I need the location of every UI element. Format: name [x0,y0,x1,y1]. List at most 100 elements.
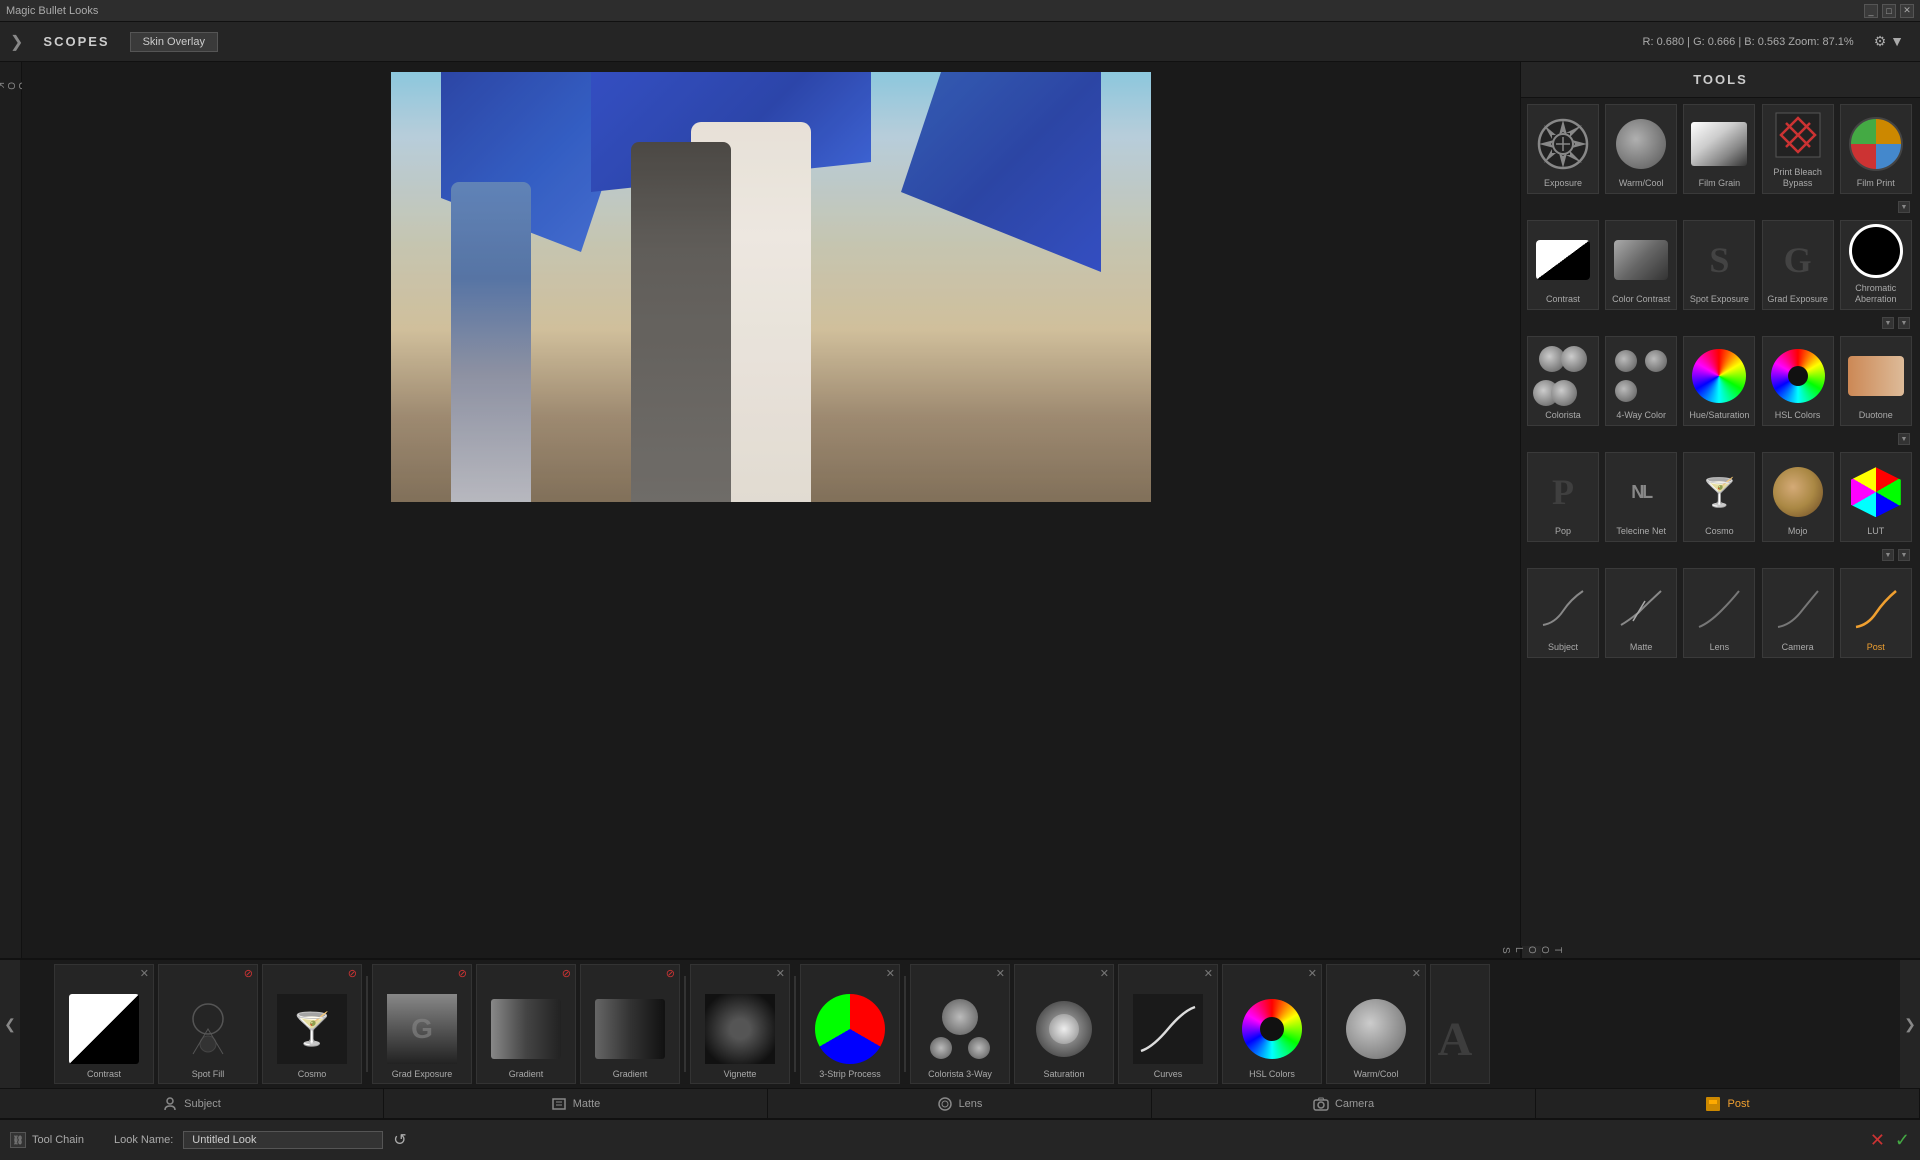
confirm-button[interactable]: ✓ [1895,1130,1910,1151]
strip-item-saturation[interactable]: ✕ Saturation [1014,964,1114,1084]
lens-tab-icon [937,1096,953,1112]
tool-print-bleach[interactable]: Print Bleach Bypass [1762,104,1834,194]
spot-exposure-label: Spot Exposure [1690,294,1749,305]
look-name-input[interactable] [183,1131,383,1149]
tab-lens[interactable]: Lens [768,1089,1152,1118]
tool-subject[interactable]: Subject [1527,568,1599,658]
strip-item-curves[interactable]: ✕ Curves [1118,964,1218,1084]
strip-close-colorista[interactable]: ✕ [996,967,1005,980]
strip-item-gradient1[interactable]: ⊘ Gradient [476,964,576,1084]
row4-dropdown-btn[interactable]: ▼ [1882,549,1894,561]
tool-cosmo[interactable]: 🍸 Cosmo [1683,452,1755,542]
close-btn[interactable]: ✕ [1900,4,1914,18]
tab-camera-label: Camera [1335,1098,1374,1110]
strip-close-hsl[interactable]: ✕ [1308,967,1317,980]
camera-label: Camera [1782,642,1814,653]
tool-camera[interactable]: Camera [1762,568,1834,658]
strip-close-cosmo[interactable]: ⊘ [348,967,357,980]
tool-film-grain[interactable]: Film Grain [1683,104,1755,194]
tool-duotone[interactable]: Duotone [1840,336,1912,426]
strip-close-contrast[interactable]: ✕ [140,967,149,980]
strip-close-gradient2[interactable]: ⊘ [666,967,675,980]
strip-close-grad[interactable]: ⊘ [458,967,467,980]
gear-button[interactable]: ⚙ ▼ [1874,33,1904,50]
row1-dropdown-btn[interactable]: ▼ [1898,201,1910,213]
pop-icon: P [1531,460,1595,524]
tool-mojo[interactable]: Mojo [1762,452,1834,542]
strip-close-saturation[interactable]: ✕ [1100,967,1109,980]
strip-close-vignette[interactable]: ✕ [776,967,785,980]
strip-close-3strip[interactable]: ✕ [886,967,895,980]
strip-label-cosmo: Cosmo [298,1069,327,1079]
tool-chromatic-aberration[interactable]: Chromatic Aberration [1840,220,1912,310]
strip-right-arrow[interactable]: ❯ [1900,960,1920,1088]
strip-item-vignette[interactable]: ✕ Vignette [690,964,790,1084]
looks-label-k: K [0,82,5,94]
footer: ⛓ Tool Chain Look Name: ↺ ✕ ✓ [0,1118,1920,1160]
cancel-button[interactable]: ✕ [1870,1130,1885,1151]
reset-button[interactable]: ↺ [393,1130,406,1150]
film-grain-icon [1687,112,1751,176]
strip-item-gradient2[interactable]: ⊘ Gradient [580,964,680,1084]
tool-colorista[interactable]: Colorista [1527,336,1599,426]
tool-exposure[interactable]: Exposure [1527,104,1599,194]
strip-item-cosmo[interactable]: ⊘ 🍸 Cosmo [262,964,362,1084]
window-controls[interactable]: _ □ ✕ [1864,4,1914,18]
strip-label-spot-fill: Spot Fill [192,1069,225,1079]
tool-post[interactable]: Post [1840,568,1912,658]
tool-contrast[interactable]: Contrast [1527,220,1599,310]
tool-hue-saturation[interactable]: Hue/Saturation [1683,336,1755,426]
mojo-icon [1766,460,1830,524]
strip-item-3strip[interactable]: ✕ 3-Strip Process [800,964,900,1084]
titlebar: Magic Bullet Looks _ □ ✕ [0,0,1920,22]
tool-spot-exposure[interactable]: S Spot Exposure [1683,220,1755,310]
footer-actions: ✕ ✓ [1870,1130,1910,1151]
tab-post[interactable]: Post [1536,1089,1920,1118]
warm-cool-icon [1609,112,1673,176]
tools-right-panel[interactable]: TOOLS [1521,946,1541,958]
strip-close-spot-fill[interactable]: ⊘ [244,967,253,980]
strip-item-spot-fill[interactable]: ⊘ Spot Fill [158,964,258,1084]
tool-matte[interactable]: Matte [1605,568,1677,658]
maximize-btn[interactable]: □ [1882,4,1896,18]
strip-item-grad-exposure[interactable]: ⊘ G Grad Exposure [372,964,472,1084]
strip-close-warm-cool[interactable]: ✕ [1412,967,1421,980]
app-title: Magic Bullet Looks [6,5,98,17]
tool-color-contrast[interactable]: Color Contrast [1605,220,1677,310]
nav-left-arrow[interactable]: ❯ [10,32,23,52]
looks-label-o2: O [5,82,16,94]
tool-warm-cool[interactable]: Warm/Cool [1605,104,1677,194]
strip-item-hsl-colors[interactable]: ✕ HSL Colors [1222,964,1322,1084]
tab-subject[interactable]: Subject [0,1089,384,1118]
skin-overlay-button[interactable]: Skin Overlay [130,32,218,52]
left-panel: L O O K S [0,62,22,958]
tool-pop[interactable]: P Pop [1527,452,1599,542]
row2-dropdown-btn2[interactable]: ▼ [1898,317,1910,329]
row3-dropdown-btn[interactable]: ▼ [1898,433,1910,445]
tool-film-print[interactable]: Film Print [1840,104,1912,194]
strip-label-saturation: Saturation [1043,1069,1084,1079]
tool-telecine-net[interactable]: NL Telecine Net [1605,452,1677,542]
tool-lut[interactable]: LUT [1840,452,1912,542]
row2-dropdown-btn[interactable]: ▼ [1882,317,1894,329]
tool-4way-color[interactable]: 4-Way Color [1605,336,1677,426]
subject-tab-icon [162,1096,178,1112]
tool-grad-exposure[interactable]: G Grad Exposure [1762,220,1834,310]
lut-icon [1844,460,1908,524]
minimize-btn[interactable]: _ [1864,4,1878,18]
strip-item-partial-a[interactable]: A [1430,964,1490,1084]
strip-item-colorista-3way[interactable]: ✕ Colorista 3-Way [910,964,1010,1084]
tab-matte[interactable]: Matte [384,1089,768,1118]
bottom-tabbar: Subject Matte Lens Camera [0,1088,1920,1118]
tool-hsl-colors[interactable]: HSL Colors [1762,336,1834,426]
strip-close-curves[interactable]: ✕ [1204,967,1213,980]
film-print-label: Film Print [1857,178,1895,189]
strip-left-arrow[interactable]: ❮ [0,960,20,1088]
strip-item-warm-cool[interactable]: ✕ Warm/Cool [1326,964,1426,1084]
tool-lens[interactable]: Lens [1683,568,1755,658]
strip-close-gradient1[interactable]: ⊘ [562,967,571,980]
row4-dropdown-btn2[interactable]: ▼ [1898,549,1910,561]
strip-section-divider-camera [794,976,796,1072]
strip-item-contrast[interactable]: ✕ Contrast [54,964,154,1084]
tab-camera[interactable]: Camera [1152,1089,1536,1118]
